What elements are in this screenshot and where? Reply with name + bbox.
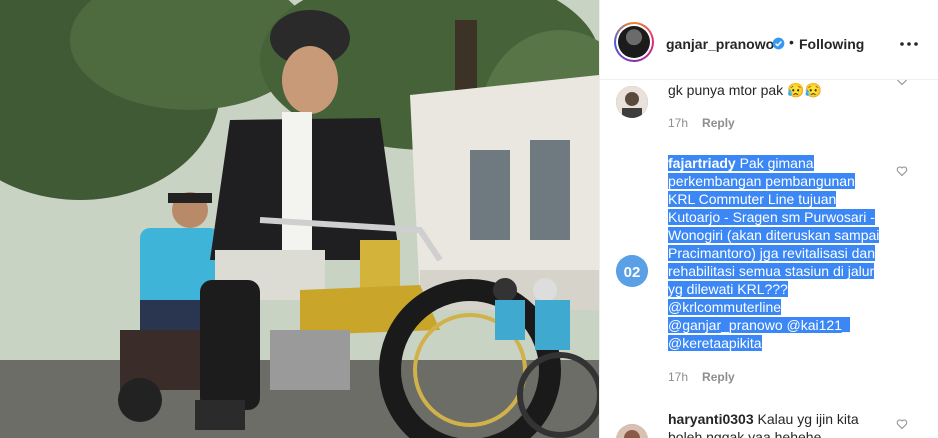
comment-line: Kutoarjo - Sragen sm Purwosari - [668,209,875,225]
comment-time: 17h [668,370,689,384]
comments-panel: ganjar_pranowo • Following gk punya mtor… [599,0,938,438]
post-header: ganjar_pranowo • Following [600,0,938,80]
mention-link[interactable]: @keretaapikita [668,335,762,351]
reply-button[interactable]: Reply [702,116,735,130]
post-username[interactable]: ganjar_pranowo [666,36,774,52]
comment-line: KRL Commuter Line tujuan [668,191,837,207]
comment-line: perkembangan pembangunan [668,173,855,189]
more-options-icon[interactable] [900,42,918,46]
svg-text:02: 02 [624,264,641,281]
heart-icon[interactable] [896,418,908,430]
comment-time: 17h [668,116,689,130]
avatar-image: 02 [616,255,648,287]
comment-line: yg dilewati KRL??? [668,281,788,297]
separator-dot: • [789,34,794,50]
comment-text: fajartriady Pak gimana perkembangan pemb… [668,154,890,352]
comment-line: Pak gimana [739,155,814,171]
verified-badge-icon [772,37,785,50]
post-photo [0,0,599,438]
mention-link[interactable]: @ganjar_pranowo @kai121_ [668,317,850,333]
comment-text: haryanti0303 Kalau yg ijin kita boleh ng… [668,411,859,438]
avatar-image [616,86,648,118]
reply-button[interactable]: Reply [702,370,735,384]
comment-line: Wonogiri (akan diteruskan sampai [668,227,880,243]
comment-username[interactable]: fajartriady [668,155,736,171]
comment-line: Pracimantoro) jga revitalisasi dan [668,245,875,261]
comment-avatar[interactable]: 02 [616,255,648,287]
profile-avatar[interactable] [614,22,654,62]
mention-link[interactable]: @krlcommuterline [668,299,782,315]
heart-icon[interactable] [896,165,908,177]
comment-username[interactable]: haryanti0303 [668,411,754,427]
following-button[interactable]: Following [799,36,864,52]
comment-avatar[interactable] [616,86,648,118]
photo-illustration [0,0,599,438]
comment-text: gk punya mtor pak 😥😥 [668,82,822,98]
comment-avatar[interactable] [616,424,648,438]
comment-line: rehabilitasi semua stasiun di jalur [668,263,875,279]
avatar-image [616,424,648,438]
comment-meta: 17h Reply [668,370,749,384]
comment-meta: 17h Reply [668,116,749,130]
avatar-image [618,26,650,58]
comment-list: gk punya mtor pak 😥😥 17h Reply 02 fajartr… [600,75,938,438]
